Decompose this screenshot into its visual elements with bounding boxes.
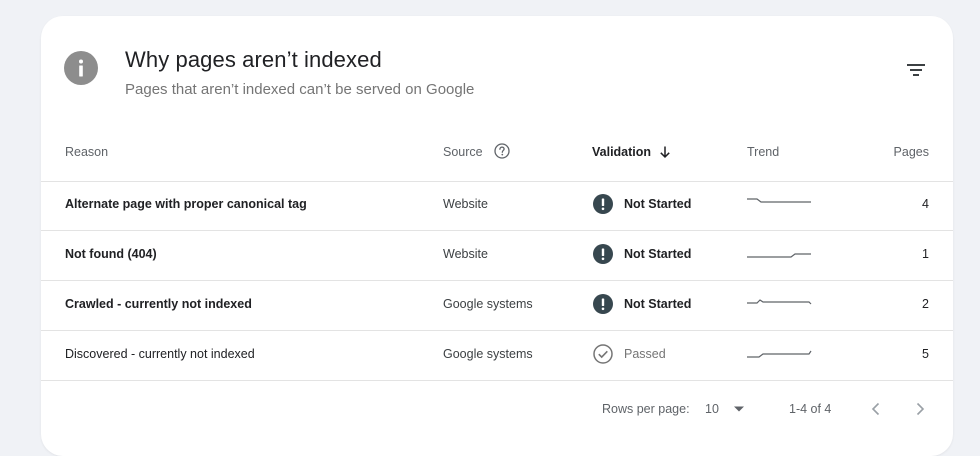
arrow-down-icon <box>660 146 670 159</box>
rows-per-page-select[interactable]: 10 <box>705 398 745 420</box>
row-source: Google systems <box>443 297 533 311</box>
column-header-source-label: Source <box>443 145 483 159</box>
column-header-validation-label: Validation <box>592 145 652 159</box>
pagination-range: 1-4 of 4 <box>789 402 832 416</box>
row-divider <box>41 380 953 381</box>
column-header-source: Source <box>443 143 510 159</box>
trend-sparkline <box>747 279 813 329</box>
row-source: Google systems <box>443 347 533 361</box>
exclamation-icon <box>593 194 613 214</box>
row-reason: Not found (404) <box>65 247 157 261</box>
row-pages-count: 5 <box>922 347 929 361</box>
table-row[interactable]: Crawled - currently not indexed Google s… <box>41 279 953 329</box>
row-reason: Discovered - currently not indexed <box>65 347 255 361</box>
exclamation-icon <box>593 244 613 264</box>
card-title: Why pages aren’t indexed <box>125 47 382 72</box>
exclamation-icon <box>593 294 613 314</box>
row-pages-count: 2 <box>922 297 929 311</box>
column-header-trend: Trend <box>747 145 780 159</box>
previous-page-button[interactable] <box>866 398 886 420</box>
validation-status: Passed <box>624 347 666 361</box>
validation-status: Not Started <box>624 197 692 211</box>
row-validation: Not Started <box>593 279 691 329</box>
validation-status: Not Started <box>624 247 692 261</box>
row-reason: Alternate page with proper canonical tag <box>65 197 307 211</box>
row-validation: Not Started <box>593 179 691 229</box>
row-source: Website <box>443 197 488 211</box>
rows-per-page-value: 10 <box>705 402 719 416</box>
trend-sparkline <box>747 229 813 279</box>
row-source: Website <box>443 247 488 261</box>
column-header-validation[interactable]: Validation <box>592 145 672 159</box>
row-pages-count: 4 <box>922 197 929 211</box>
trend-sparkline <box>747 329 813 379</box>
next-page-button[interactable] <box>910 398 930 420</box>
validation-status: Not Started <box>624 297 692 311</box>
check-circle-icon <box>593 344 613 364</box>
row-validation: Not Started <box>593 229 691 279</box>
rows-per-page-label: Rows per page: <box>602 402 690 416</box>
column-header-reason: Reason <box>65 145 109 159</box>
chevron-right-icon <box>916 402 925 416</box>
filter-button[interactable] <box>902 58 930 82</box>
column-header-pages: Pages <box>893 145 929 159</box>
table-row[interactable]: Discovered - currently not indexed Googl… <box>41 329 953 379</box>
card-subtitle: Pages that aren’t indexed can’t be serve… <box>125 81 475 98</box>
table-row[interactable]: Alternate page with proper canonical tag… <box>41 179 953 229</box>
indexing-card: Why pages aren’t indexed Pages that aren… <box>41 16 953 456</box>
dropdown-arrow-icon <box>733 406 744 412</box>
row-validation: Passed <box>593 329 666 379</box>
row-pages-count: 1 <box>922 247 929 261</box>
table-row[interactable]: Not found (404) Website Not Started 1 <box>41 229 953 279</box>
help-icon[interactable] <box>493 143 510 159</box>
info-icon <box>64 51 98 85</box>
trend-sparkline <box>747 179 813 229</box>
filter-icon <box>907 64 925 76</box>
row-reason: Crawled - currently not indexed <box>65 297 252 311</box>
chevron-left-icon <box>871 402 880 416</box>
